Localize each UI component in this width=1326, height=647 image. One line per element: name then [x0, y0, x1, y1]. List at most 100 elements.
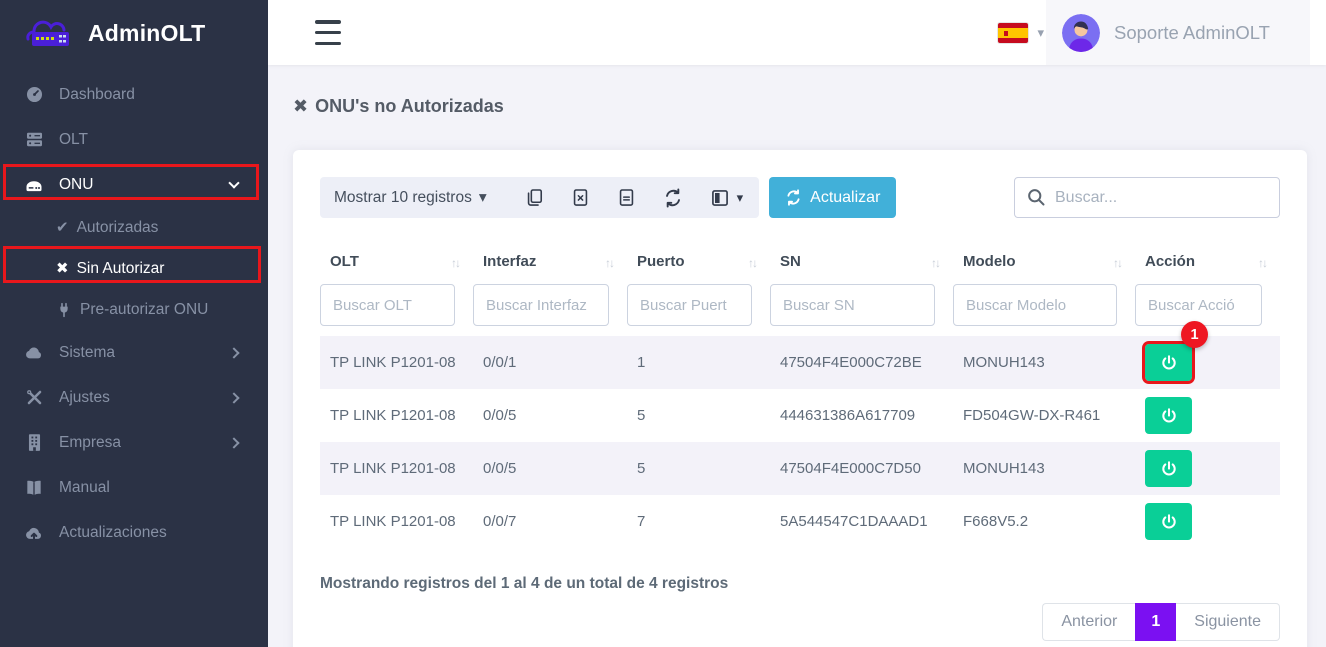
menu-toggle-button[interactable] [315, 20, 341, 45]
sidebar-item-ajustes[interactable]: Ajustes [0, 375, 268, 420]
column-header-interfaz[interactable]: ↑↓Interfaz [473, 239, 627, 284]
caret-down-icon[interactable]: ▾ [479, 188, 487, 207]
chevron-down-icon [228, 177, 239, 188]
pagination-page-1[interactable]: 1 [1135, 603, 1176, 641]
authorize-onu-button[interactable] [1145, 503, 1192, 540]
authorize-onu-button[interactable] [1145, 450, 1192, 487]
chevron-right-icon [228, 347, 239, 358]
column-header-olt[interactable]: ↑↓OLT [320, 239, 473, 284]
table-filter-row [320, 284, 1280, 336]
copy-button[interactable] [525, 188, 544, 207]
caret-down-icon: ▾ [1037, 25, 1044, 41]
main-content: ✖ ONU's no Autorizadas Mostrar 10 regist… [268, 65, 1326, 647]
chevron-right-icon [228, 437, 239, 448]
cell-sn: 47504F4E000C7D50 [770, 442, 953, 495]
pagination-previous-button[interactable]: Anterior [1042, 603, 1135, 641]
cell-interfaz: 0/0/7 [473, 495, 627, 548]
page-length-dropdown[interactable]: Mostrar 10 registros [334, 189, 472, 207]
authorize-onu-button[interactable] [1145, 397, 1192, 434]
sidebar-item-actualizaciones[interactable]: Actualizaciones [0, 510, 268, 555]
cell-sn: 444631386A617709 [770, 389, 953, 442]
actualizar-button[interactable]: Actualizar [769, 177, 896, 218]
cell-interfaz: 0/0/5 [473, 389, 627, 442]
sidebar-item-sistema[interactable]: Sistema [0, 330, 268, 375]
filter-accion-input[interactable] [1135, 284, 1262, 326]
reload-table-button[interactable] [663, 188, 683, 208]
filter-puerto-input[interactable] [627, 284, 752, 326]
book-icon [24, 478, 44, 498]
plug-icon [56, 302, 72, 318]
sidebar-item-empresa[interactable]: Empresa [0, 420, 268, 465]
user-name: Soporte AdminOLT [1114, 22, 1270, 44]
excel-export-button[interactable] [571, 188, 590, 207]
sort-icon[interactable]: ↑↓ [451, 256, 459, 270]
table-info: Mostrando registros del 1 al 4 de un tot… [320, 575, 1280, 593]
table-card: Mostrar 10 registros ▾ [293, 150, 1307, 647]
cell-sn: 5A544547C1DAAAD1 [770, 495, 953, 548]
column-visibility-button[interactable]: ▾ [710, 188, 744, 208]
filter-sn-input[interactable] [770, 284, 935, 326]
column-header-modelo[interactable]: ↑↓Modelo [953, 239, 1135, 284]
search-input[interactable] [1014, 177, 1280, 218]
sidebar-item-label: Pre-autorizar ONU [80, 301, 208, 319]
sidebar: AdminOLT Dashboard OLT ONU [0, 0, 268, 647]
sort-icon[interactable]: ↑↓ [1258, 256, 1266, 270]
power-icon [1160, 354, 1178, 372]
filter-modelo-input[interactable] [953, 284, 1117, 326]
x-mark-icon: ✖ [293, 96, 308, 117]
brand-name: AdminOLT [88, 20, 205, 47]
sidebar-item-autorizadas[interactable]: ✔ Autorizadas [0, 207, 268, 248]
sort-icon[interactable]: ↑↓ [748, 256, 756, 270]
cell-accion: 1 [1135, 336, 1280, 389]
authorize-onu-button[interactable] [1145, 344, 1192, 381]
sidebar-item-sin-autorizar[interactable]: ✖ Sin Autorizar [0, 248, 268, 289]
cell-puerto: 5 [627, 389, 770, 442]
adminolt-cloud-router-icon [22, 11, 78, 56]
table-row: TP LINK P1201-08 0/0/5 5 444631386A61770… [320, 389, 1280, 442]
topbar: ▾ Soporte AdminOLT [268, 0, 1326, 65]
app-window: AdminOLT Dashboard OLT ONU [0, 0, 1326, 647]
column-header-sn[interactable]: ↑↓SN [770, 239, 953, 284]
sidebar-item-olt[interactable]: OLT [0, 117, 268, 162]
filter-interfaz-input[interactable] [473, 284, 609, 326]
annotation-step-badge: 1 [1181, 321, 1208, 348]
cell-puerto: 5 [627, 442, 770, 495]
speedometer-icon [24, 85, 44, 105]
sidebar-nav: Dashboard OLT ONU ✔ Autorizadas ✖ [0, 72, 268, 555]
actualizar-button-label: Actualizar [810, 189, 880, 207]
sidebar-item-label: Ajustes [59, 389, 110, 407]
filter-olt-input[interactable] [320, 284, 455, 326]
sidebar-item-dashboard[interactable]: Dashboard [0, 72, 268, 117]
sort-icon[interactable]: ↑↓ [1113, 256, 1121, 270]
sidebar-item-onu[interactable]: ONU [0, 162, 268, 207]
sidebar-item-label: Sin Autorizar [77, 260, 165, 278]
brand-logo[interactable]: AdminOLT [0, 0, 268, 66]
sort-icon[interactable]: ↑↓ [931, 256, 939, 270]
x-mark-icon: ✖ [56, 261, 69, 276]
column-header-puerto[interactable]: ↑↓Puerto [627, 239, 770, 284]
table-toolbar: Mostrar 10 registros ▾ [320, 177, 1280, 218]
user-menu[interactable]: Soporte AdminOLT [1046, 0, 1310, 65]
cell-olt: TP LINK P1201-08 [320, 495, 473, 548]
cell-puerto: 7 [627, 495, 770, 548]
sidebar-item-pre-autorizar[interactable]: Pre-autorizar ONU [0, 289, 268, 330]
column-header-accion[interactable]: ↑↓Acción [1135, 239, 1280, 284]
sidebar-item-label: Autorizadas [77, 219, 159, 237]
check-icon: ✔ [56, 220, 69, 235]
pagination-next-button[interactable]: Siguiente [1176, 603, 1280, 641]
sidebar-item-manual[interactable]: Manual [0, 465, 268, 510]
file-export-button[interactable] [617, 188, 636, 207]
power-icon [1160, 407, 1178, 425]
toolbar-group: Mostrar 10 registros ▾ [320, 177, 759, 218]
table-header-row: ↑↓OLT ↑↓Interfaz ↑↓Puerto ↑↓SN ↑↓Modelo … [320, 239, 1280, 284]
cell-interfaz: 0/0/5 [473, 442, 627, 495]
sidebar-item-label: Sistema [59, 344, 115, 362]
server-icon [24, 130, 44, 150]
language-selector[interactable]: ▾ [998, 0, 1044, 65]
cell-modelo: FD504GW-DX-R461 [953, 389, 1135, 442]
table-row: TP LINK P1201-08 0/0/7 7 5A544547C1DAAAD… [320, 495, 1280, 548]
cell-olt: TP LINK P1201-08 [320, 389, 473, 442]
sort-icon[interactable]: ↑↓ [605, 256, 613, 270]
cell-accion [1135, 389, 1280, 442]
onu-table: ↑↓OLT ↑↓Interfaz ↑↓Puerto ↑↓SN ↑↓Modelo … [320, 239, 1280, 548]
